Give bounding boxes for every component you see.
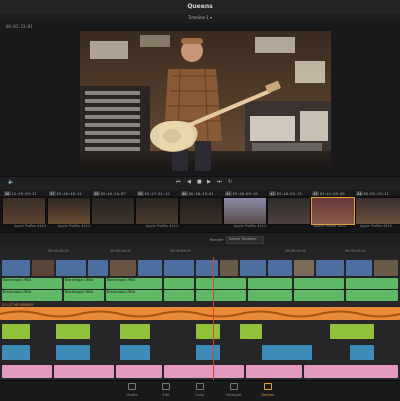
skip-forward-icon[interactable]: ⏭: [217, 179, 222, 185]
audio-clip[interactable]: [164, 290, 194, 301]
audio-clip[interactable]: [330, 324, 374, 339]
audio-clip[interactable]: [196, 278, 246, 289]
audio-clip[interactable]: [56, 345, 90, 360]
video-clip[interactable]: [316, 260, 344, 276]
audio-clip[interactable]: Blackmagic URSA: [106, 290, 162, 301]
clip-thumbnail[interactable]: [355, 197, 400, 225]
clip-codec-label: Apple ProRes 4444: [234, 224, 266, 228]
clip-thumbnail[interactable]: [47, 197, 91, 225]
clip-codec-label: Apple ProRes 4444: [146, 224, 178, 228]
video-clip[interactable]: [240, 260, 266, 276]
page-tab-deliver[interactable]: Deliver: [248, 381, 288, 399]
render-label: Render: [210, 237, 224, 242]
audio-clip[interactable]: [120, 345, 150, 360]
speaker-icon[interactable]: 🔈: [8, 179, 14, 185]
playhead[interactable]: [213, 257, 214, 380]
ruler-mark: 00:06:16:00: [110, 249, 131, 253]
audio-clip[interactable]: [248, 290, 292, 301]
timeline-tracks: Blackmagic URSA Blackmagic URSA Blackmag…: [0, 257, 400, 380]
audio-clip[interactable]: [248, 278, 292, 289]
ruler-mark: 00:08:09:00: [170, 249, 191, 253]
video-clip[interactable]: [164, 260, 194, 276]
audio-clip[interactable]: [294, 278, 344, 289]
color-icon: [196, 383, 204, 390]
video-clip[interactable]: [196, 260, 218, 276]
ruler-mark: 00:08:10:00: [285, 249, 306, 253]
audio-clip[interactable]: [350, 345, 374, 360]
viewer-timecode: 00:03:23:01: [6, 24, 33, 29]
audio-clip[interactable]: [196, 324, 220, 339]
audio-clip[interactable]: [240, 324, 262, 339]
audio-clip[interactable]: [164, 365, 244, 378]
audio-clip[interactable]: [346, 278, 398, 289]
audio-clip[interactable]: Blackmagic URSA: [64, 278, 104, 289]
select-timeline-dropdown[interactable]: Select Timeline: [226, 236, 264, 244]
audio-clip[interactable]: [346, 290, 398, 301]
audio-clip[interactable]: [56, 324, 90, 339]
video-clip[interactable]: [294, 260, 314, 276]
ruler-mark: 00:05:24:00: [48, 249, 69, 253]
video-clip[interactable]: [138, 260, 162, 276]
skip-back-icon[interactable]: ⏮: [176, 179, 181, 185]
timeline-name: Timeline 1: [187, 15, 209, 20]
audio-clip[interactable]: [2, 345, 30, 360]
audio-clip[interactable]: Blackmagic URSA: [2, 278, 62, 289]
loop-icon[interactable]: ↻: [228, 179, 232, 185]
chevron-down-icon: ▾: [210, 15, 213, 20]
studio-scene-image: [80, 31, 331, 171]
clip-codec-label: Apple ProRes 4444: [360, 224, 392, 228]
play-reverse-icon[interactable]: ◀: [187, 179, 191, 185]
audio-clip[interactable]: [294, 290, 344, 301]
video-clip[interactable]: [32, 260, 54, 276]
media-icon: [128, 383, 136, 390]
audio-clip[interactable]: [262, 345, 312, 360]
video-clip[interactable]: [346, 260, 372, 276]
audio-clip[interactable]: [304, 365, 398, 378]
waveform: [0, 310, 400, 318]
clip-thumbnail-selected[interactable]: [311, 197, 355, 225]
ruler-mark: 00:09:12:00: [345, 249, 366, 253]
edit-icon: [162, 383, 170, 390]
play-icon[interactable]: ▶: [207, 179, 211, 185]
audio-clip[interactable]: [164, 278, 194, 289]
audio-clip[interactable]: Blackmagic URSA: [64, 290, 104, 301]
clip-codec-label: Apple ProRes 4444: [14, 224, 46, 228]
audio-clip[interactable]: [2, 324, 30, 339]
clip-thumbnail[interactable]: [223, 197, 267, 225]
stop-icon[interactable]: ■: [197, 179, 202, 185]
deliver-icon: [264, 383, 272, 390]
video-clip[interactable]: [374, 260, 398, 276]
clip-codec-label: Apple ProRes 4444: [314, 224, 346, 228]
project-title: Queens: [187, 3, 213, 10]
audio-clip[interactable]: [2, 365, 52, 378]
video-clip[interactable]: [88, 260, 108, 276]
clip-thumbnail[interactable]: [91, 197, 135, 225]
video-clip[interactable]: [110, 260, 136, 276]
audio-clip[interactable]: [196, 345, 220, 360]
audio-clip[interactable]: [196, 290, 246, 301]
timeline-selector[interactable]: Timeline 1 ▾: [160, 15, 240, 22]
video-clip[interactable]: [220, 260, 238, 276]
clip-codec-label: Apple ProRes 4444: [58, 224, 90, 228]
music-clip[interactable]: [0, 307, 400, 320]
audio-clip[interactable]: [54, 365, 114, 378]
video-clip[interactable]: [56, 260, 86, 276]
audio-clip[interactable]: [120, 324, 150, 339]
audio-clip[interactable]: Blackmagic URSA: [2, 290, 62, 301]
video-frame: [80, 31, 331, 171]
video-clip[interactable]: [2, 260, 30, 276]
clip-thumbnail[interactable]: [267, 197, 311, 225]
clip-thumbnail[interactable]: [2, 197, 46, 225]
audio-clip[interactable]: [246, 365, 302, 378]
clip-thumbnail[interactable]: [179, 197, 223, 225]
fairlight-icon: [230, 383, 238, 390]
video-clip[interactable]: [268, 260, 292, 276]
timeline-toolbar: [0, 232, 400, 248]
audio-clip[interactable]: Blackmagic URSA: [106, 278, 162, 289]
clip-thumbnail[interactable]: [135, 197, 179, 225]
audio-clip[interactable]: [116, 365, 162, 378]
